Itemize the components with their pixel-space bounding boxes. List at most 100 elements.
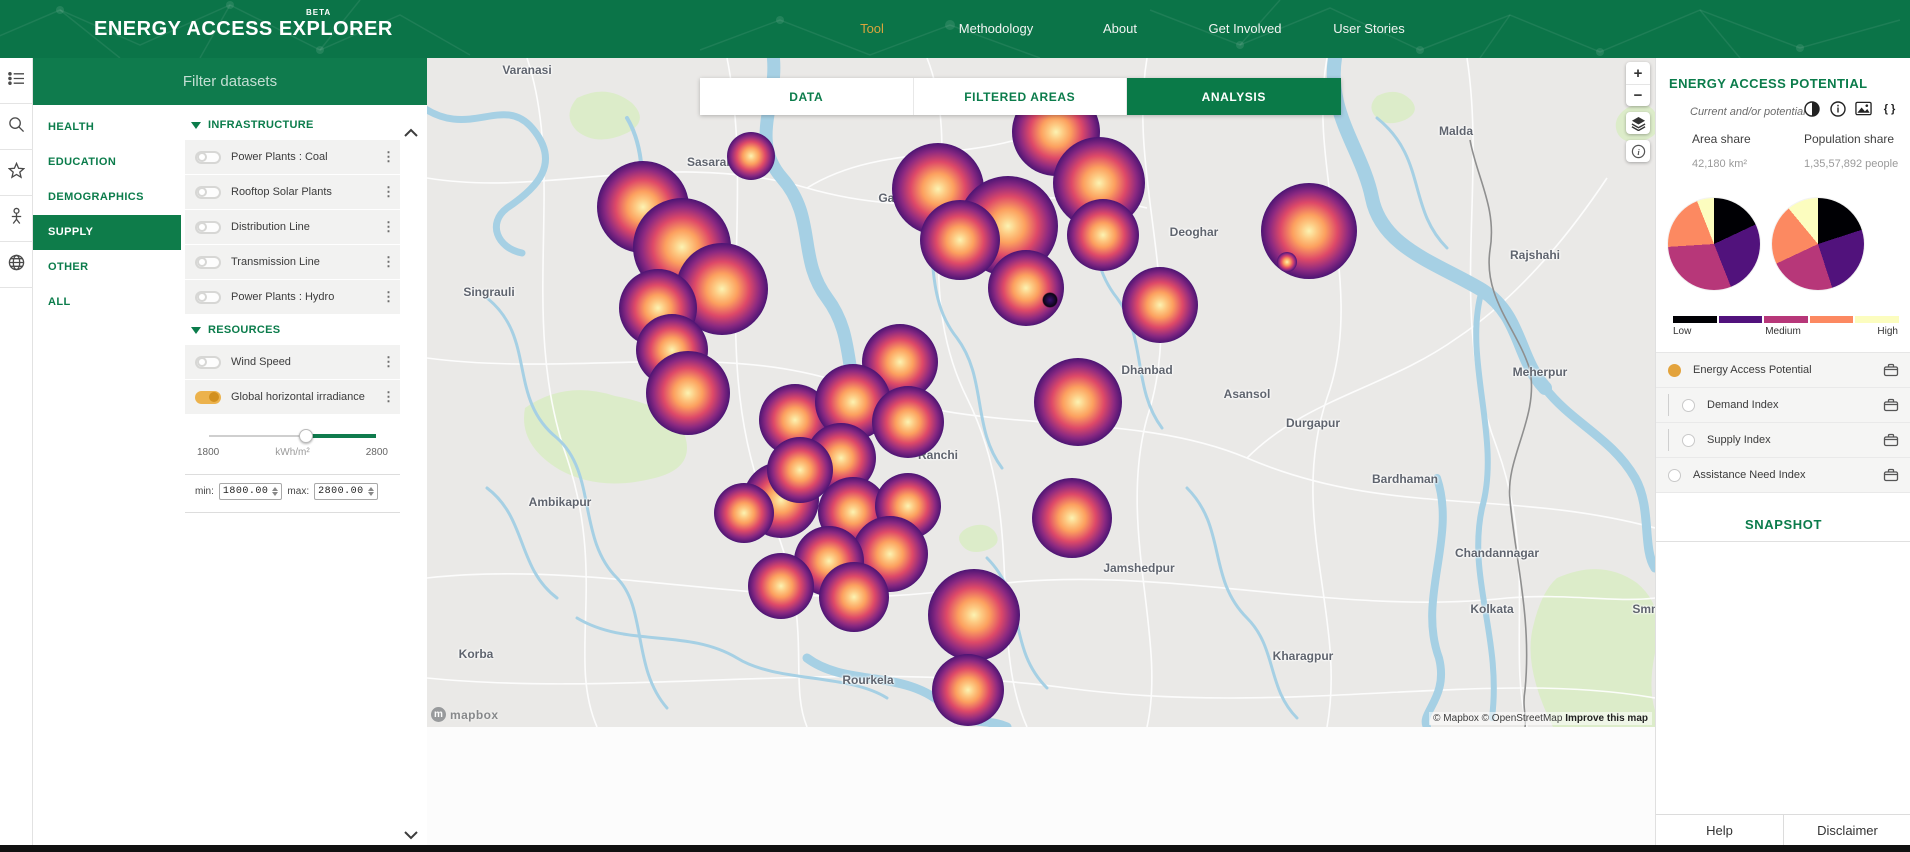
dataset-toggle[interactable] xyxy=(195,255,221,269)
nav-item-about[interactable]: About xyxy=(1103,21,1137,36)
kebab-menu-icon[interactable]: ⋮ xyxy=(382,254,395,270)
dataset-toggle[interactable] xyxy=(195,150,221,164)
kebab-menu-icon[interactable]: ⋮ xyxy=(382,184,395,200)
category-health[interactable]: HEALTH xyxy=(33,110,181,145)
tab-analysis[interactable]: ANALYSIS xyxy=(1127,78,1341,115)
category-demographics[interactable]: DEMOGRAPHICS xyxy=(33,180,181,215)
rail-search-button[interactable] xyxy=(0,104,33,150)
dataset-toggle[interactable] xyxy=(195,390,221,404)
info-circle-icon[interactable] xyxy=(1829,100,1846,117)
map-canvas[interactable]: VaranasiSasaramKaimur WLSGayaMaldaDeogha… xyxy=(427,58,1655,727)
rail-list-button[interactable] xyxy=(0,58,33,104)
dataset-toggle[interactable] xyxy=(195,220,221,234)
layer-radio[interactable] xyxy=(1668,468,1681,482)
layer-radio[interactable] xyxy=(1682,398,1695,412)
population-share-pie-chart xyxy=(1772,198,1864,290)
dataset-label: Rooftop Solar Plants xyxy=(231,186,332,198)
kebab-menu-icon[interactable]: ⋮ xyxy=(382,289,395,305)
heatmap-blob xyxy=(714,483,774,543)
zoom-in-button[interactable]: + xyxy=(1626,62,1650,84)
slider-track-right xyxy=(305,434,376,438)
nav-item-get-involved[interactable]: Get Involved xyxy=(1209,21,1282,36)
layer-radio[interactable] xyxy=(1668,363,1681,377)
analysis-layer-list: Energy Access Potential Demand Index Suppl… xyxy=(1656,353,1910,493)
spinner-icon[interactable] xyxy=(272,487,279,496)
nav-item-methodology[interactable]: Methodology xyxy=(959,21,1033,36)
rail-globe-button[interactable] xyxy=(0,242,33,288)
scroll-down-chevron-icon[interactable] xyxy=(402,828,420,842)
icon-rail xyxy=(0,58,33,845)
slider-handle[interactable] xyxy=(298,429,313,443)
map-attribution: © Mapbox © OpenStreetMap Improve this ma… xyxy=(1429,712,1652,725)
filter-placeholder: Filter datasets xyxy=(182,73,278,90)
max-input[interactable]: 2800.00 xyxy=(314,483,378,500)
map-place-label: Dhanbad xyxy=(1121,363,1173,377)
improve-map-link[interactable]: Improve this map xyxy=(1565,713,1648,724)
heatmap-dark-fragment xyxy=(1042,292,1058,308)
image-export-icon[interactable] xyxy=(1855,100,1872,117)
help-button[interactable]: Help xyxy=(1656,815,1783,845)
category-education[interactable]: EDUCATION xyxy=(33,145,181,180)
layer-download-icon[interactable] xyxy=(1883,468,1899,482)
layers-button[interactable] xyxy=(1626,112,1650,134)
heatmap-blob xyxy=(767,437,833,503)
scale-low-label: Low xyxy=(1673,326,1692,337)
dataset-label: Power Plants : Hydro xyxy=(231,291,335,303)
kebab-menu-icon[interactable]: ⋮ xyxy=(382,354,395,370)
section-header-resources[interactable]: RESOURCES xyxy=(185,315,400,345)
map-place-label: Meherpur xyxy=(1512,365,1568,379)
heatmap-blob xyxy=(1122,267,1198,343)
slider-max-label: 2800 xyxy=(365,447,388,458)
max-label: max: xyxy=(287,486,310,497)
kebab-menu-icon[interactable]: ⋮ xyxy=(382,389,395,405)
layer-row-demand-index[interactable]: Demand Index xyxy=(1656,388,1910,423)
layer-download-icon[interactable] xyxy=(1883,398,1899,412)
below-map-area xyxy=(427,727,1655,845)
slider-labels: 1800 kWh/m² 2800 xyxy=(197,447,388,458)
nav-item-user-stories[interactable]: User Stories xyxy=(1333,21,1405,36)
panel-title: ENERGY ACCESS POTENTIAL xyxy=(1669,76,1868,91)
range-slider[interactable] xyxy=(209,429,376,443)
dataset-toggle[interactable] xyxy=(195,185,221,199)
scale-segment xyxy=(1764,316,1808,323)
scroll-up-chevron-icon[interactable] xyxy=(402,126,420,140)
map-place-label: Singrauli xyxy=(463,285,515,299)
analysis-panel: ENERGY ACCESS POTENTIAL Current and/or p… xyxy=(1655,58,1910,845)
layer-radio[interactable] xyxy=(1682,433,1695,447)
slider-track-left xyxy=(209,435,306,437)
mapbox-logo[interactable]: m mapbox xyxy=(431,707,498,722)
zoom-out-button[interactable]: − xyxy=(1626,84,1650,106)
dataset-toggle[interactable] xyxy=(195,355,221,369)
kebab-menu-icon[interactable]: ⋮ xyxy=(382,149,395,165)
dataset-toggle[interactable] xyxy=(195,290,221,304)
category-supply[interactable]: SUPPLY xyxy=(33,215,181,250)
scale-medium-label: Medium xyxy=(1765,326,1801,337)
attribution-text[interactable]: © Mapbox © OpenStreetMap xyxy=(1433,713,1562,724)
layer-download-icon[interactable] xyxy=(1883,433,1899,447)
contrast-icon[interactable] xyxy=(1803,100,1820,117)
rail-location-person-button[interactable] xyxy=(0,196,33,242)
tab-data[interactable]: DATA xyxy=(700,78,914,115)
code-braces-icon[interactable]: { } xyxy=(1881,100,1898,117)
min-input[interactable]: 1800.00 xyxy=(218,483,283,500)
layer-row-supply-index[interactable]: Supply Index xyxy=(1656,423,1910,458)
category-all[interactable]: ALL xyxy=(33,285,181,320)
layer-download-icon[interactable] xyxy=(1883,363,1899,377)
tab-filtered-areas[interactable]: FILTERED AREAS xyxy=(913,78,1127,115)
snapshot-button[interactable]: SNAPSHOT xyxy=(1656,508,1910,542)
category-other[interactable]: OTHER xyxy=(33,250,181,285)
nav-item-tool[interactable]: Tool xyxy=(860,21,884,36)
rail-star-button[interactable] xyxy=(0,150,33,196)
filter-datasets-input[interactable]: Filter datasets xyxy=(33,58,427,105)
energy-access-explorer-app: ENERGY ACCESS EXPLORER BETA Tool Methodol… xyxy=(0,0,1910,852)
kebab-menu-icon[interactable]: ⋮ xyxy=(382,219,395,235)
beta-badge: BETA xyxy=(306,8,332,17)
disclaimer-button[interactable]: Disclaimer xyxy=(1783,815,1910,845)
spinner-icon[interactable] xyxy=(367,487,374,496)
search-icon xyxy=(8,116,25,138)
dataset-row: Distribution Line ⋮ xyxy=(185,210,400,244)
layer-row-assistance-need-index[interactable]: Assistance Need Index xyxy=(1656,458,1910,493)
section-header-infrastructure[interactable]: INFRASTRUCTURE xyxy=(185,110,400,140)
map-info-button[interactable]: i xyxy=(1626,140,1650,162)
layer-row-energy-access-potential[interactable]: Energy Access Potential xyxy=(1656,353,1910,388)
